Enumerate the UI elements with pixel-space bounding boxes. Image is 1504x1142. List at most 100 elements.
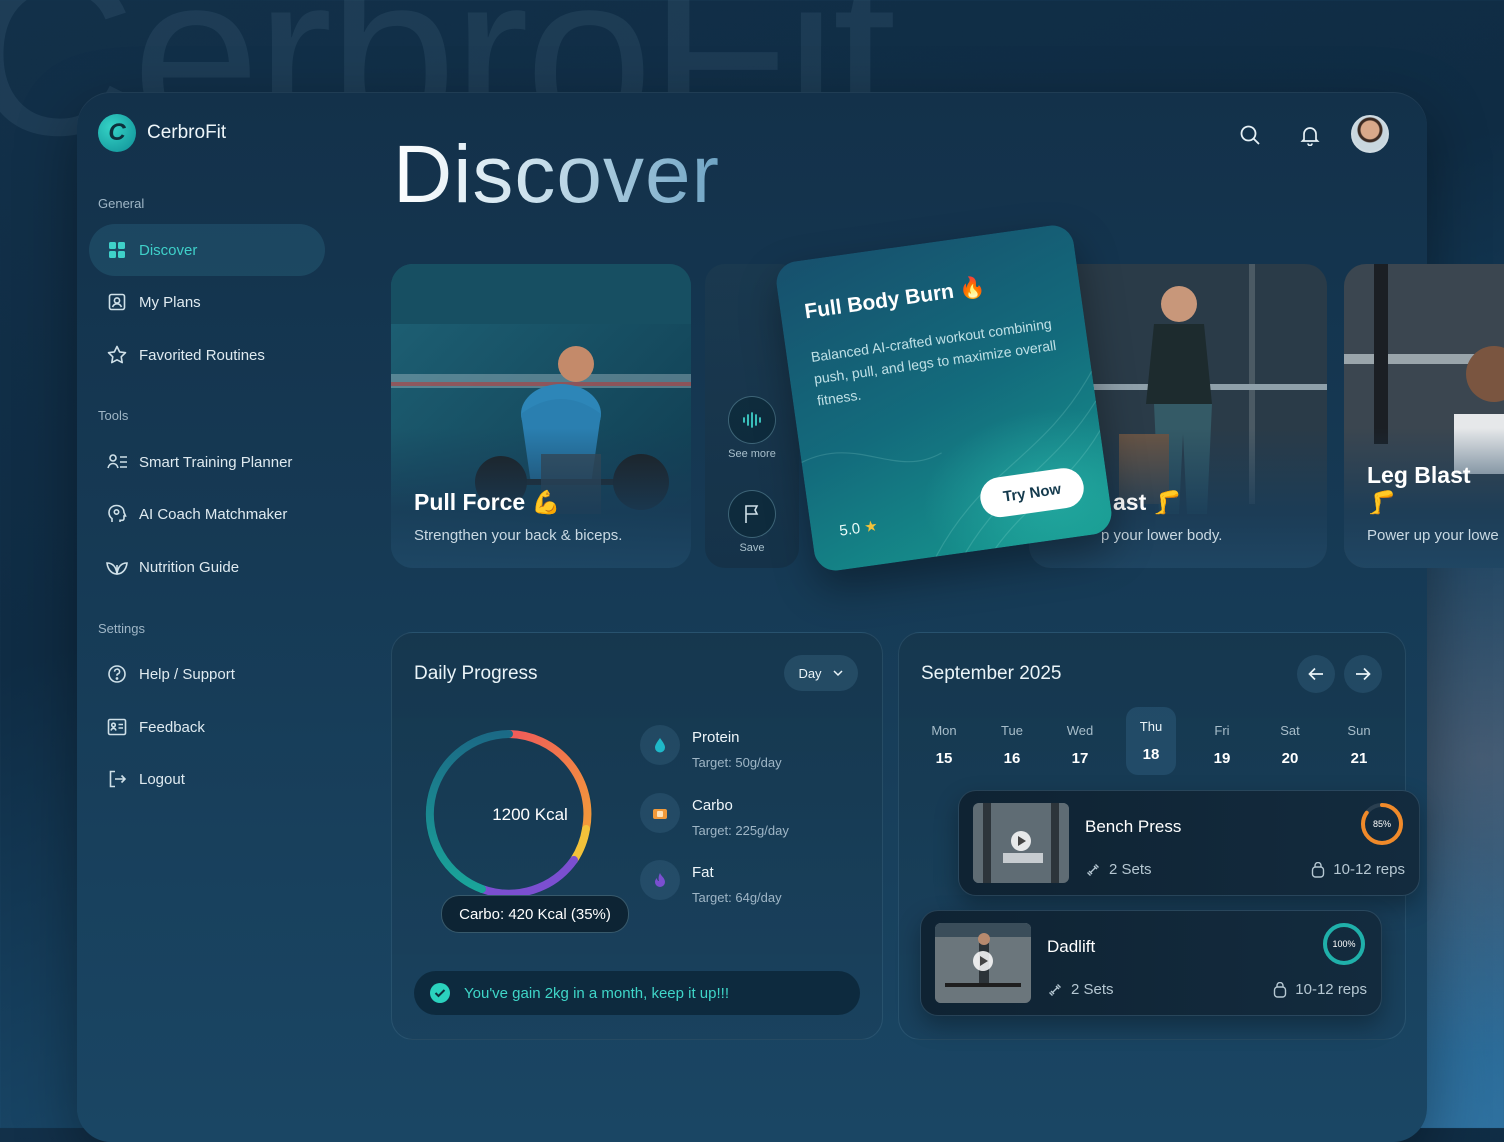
calendar-day[interactable]: Sun 21	[1334, 711, 1384, 775]
calendar-day-selected[interactable]: Thu 18	[1126, 707, 1176, 775]
day-name: Tue	[1001, 723, 1023, 738]
macro-target: Target: 225g/day	[692, 823, 789, 838]
sidebar-item-feedback[interactable]: Feedback	[89, 701, 325, 753]
app-window: C CerbroFit General Discover My Plans Fa…	[77, 92, 1504, 1142]
sidebar: C CerbroFit General Discover My Plans Fa…	[77, 92, 347, 1142]
calendar-day[interactable]: Mon 15	[919, 711, 969, 775]
save-button[interactable]	[728, 490, 776, 538]
search-button[interactable]	[1233, 118, 1267, 152]
progress-message-text: You've gain 2kg in a month, keep it up!!…	[464, 984, 729, 1002]
bell-icon	[1300, 127, 1320, 146]
calendar-month: September 2025	[921, 663, 1062, 684]
notifications-button[interactable]	[1293, 118, 1327, 152]
arrow-right-icon	[1356, 667, 1371, 681]
day-date: 17	[1071, 750, 1089, 767]
logo[interactable]: C CerbroFit	[98, 114, 226, 152]
exercise-name: Dadlift	[1047, 937, 1096, 956]
day-date: 21	[1350, 750, 1368, 767]
drop-icon	[640, 725, 680, 765]
feedback-icon	[105, 715, 129, 739]
progress-value: 100%	[1332, 939, 1356, 949]
progress-value: 85%	[1372, 819, 1391, 829]
calorie-total: 1200 Kcal	[492, 805, 568, 824]
workout-title: Pull Force 💪	[414, 489, 561, 515]
next-week-button[interactable]	[1344, 655, 1382, 693]
logout-icon	[105, 767, 129, 791]
day-date: 16	[1003, 750, 1021, 767]
carbo-tooltip: Carbo: 420 Kcal (35%)	[441, 895, 629, 933]
see-more-button[interactable]	[728, 396, 776, 444]
macro-carbo: Carbo Target: 225g/day	[640, 793, 789, 838]
workout-subtitle: Power up your lowe	[1367, 527, 1499, 544]
exercise-card-bench-press[interactable]: Bench Press 2 Sets 10-12 reps 85%	[958, 790, 1420, 896]
workout-card-pull-force[interactable]: Pull Force 💪 Strengthen your back & bice…	[391, 264, 691, 568]
workout-title: Leg Blast 🦵	[1367, 462, 1471, 515]
previous-week-button[interactable]	[1297, 655, 1335, 693]
featured-workout-card[interactable]: Full Body Burn 🔥 Balanced AI-crafted wor…	[773, 222, 1115, 574]
ring-segment	[570, 825, 590, 864]
macro-name: Carbo	[692, 797, 733, 814]
day-date: 20	[1281, 750, 1299, 767]
exercise-progress-ring: 85%	[1359, 801, 1405, 847]
chevron-down-icon	[833, 670, 843, 677]
day-name: Wed	[1066, 723, 1094, 738]
sidebar-item-nutrition-guide[interactable]: Nutrition Guide	[89, 541, 325, 593]
calendar-day[interactable]: Tue 16	[987, 711, 1037, 775]
sidebar-item-label: Smart Training Planner	[139, 453, 293, 471]
sidebar-item-favorited-routines[interactable]: Favorited Routines	[89, 329, 325, 381]
macro-name: Fat	[692, 864, 714, 881]
daily-progress-title: Daily Progress	[414, 663, 538, 684]
exercise-reps: 10-12 reps	[1311, 861, 1405, 878]
sidebar-item-logout[interactable]: Logout	[89, 753, 325, 805]
avatar[interactable]	[1351, 115, 1389, 153]
sidebar-item-smart-training-planner[interactable]: Smart Training Planner	[89, 436, 325, 488]
check-icon	[430, 983, 450, 1003]
workout-card-leg-blast[interactable]: Leg Blast 🦵 Power up your lowe	[1344, 264, 1504, 568]
macro-target: Target: 64g/day	[692, 890, 782, 905]
period-select[interactable]: Day	[784, 655, 858, 691]
macro-target: Target: 50g/day	[692, 755, 782, 770]
dumbbell-icon	[1087, 863, 1099, 876]
ring-segment	[478, 856, 578, 898]
exercise-reps: 10-12 reps	[1273, 981, 1367, 998]
sidebar-item-my-plans[interactable]: My Plans	[89, 276, 325, 328]
calendar-day[interactable]: Fri 19	[1197, 711, 1247, 775]
sidebar-item-label: AI Coach Matchmaker	[139, 505, 288, 523]
workout-subtitle: p your lower body.	[1101, 527, 1223, 544]
leaf-icon	[105, 555, 129, 579]
exercise-card-dadlift[interactable]: Dadlift 2 Sets 10-12 reps 100%	[920, 910, 1382, 1016]
sets-value: 2 Sets	[1071, 981, 1114, 998]
help-icon	[105, 662, 129, 686]
sidebar-item-label: Nutrition Guide	[139, 558, 240, 576]
app-name: CerbroFit	[147, 122, 227, 143]
section-label-general: General	[98, 196, 145, 211]
section-label-settings: Settings	[98, 621, 145, 636]
daily-progress-panel: Daily Progress Day 1200 Kcal Carbo: 420 …	[391, 632, 883, 1040]
exercise-thumbnail	[973, 803, 1069, 883]
rating-value: 5.0	[838, 520, 862, 540]
dumbbell-icon	[1049, 983, 1061, 996]
calendar-day[interactable]: Sat 20	[1265, 711, 1315, 775]
waveform-icon	[743, 412, 761, 428]
workout-title: ast 🦵	[1113, 489, 1182, 515]
bread-icon	[640, 793, 680, 833]
exercise-sets: 2 Sets	[1047, 981, 1114, 998]
sidebar-item-discover[interactable]: Discover	[89, 224, 325, 276]
sets-value: 2 Sets	[1109, 861, 1152, 878]
macro-fat: Fat Target: 64g/day	[640, 860, 782, 905]
calendar-day[interactable]: Wed 17	[1055, 711, 1105, 775]
save-label: Save	[739, 542, 765, 554]
day-date: 15	[935, 750, 953, 767]
sidebar-item-label: Favorited Routines	[139, 346, 265, 364]
sidebar-item-label: Discover	[139, 241, 198, 259]
flame-icon	[640, 860, 680, 900]
sidebar-item-label: Feedback	[139, 718, 205, 736]
sidebar-item-ai-coach-matchmaker[interactable]: AI Coach Matchmaker	[89, 488, 325, 540]
sidebar-item-label: Logout	[139, 770, 185, 788]
kettlebell-icon	[1274, 981, 1287, 998]
day-name: Fri	[1214, 723, 1230, 738]
day-name: Mon	[931, 723, 957, 738]
flag-icon	[745, 505, 759, 523]
sidebar-item-help-support[interactable]: Help / Support	[89, 648, 325, 700]
page-title: Discover	[393, 129, 720, 220]
